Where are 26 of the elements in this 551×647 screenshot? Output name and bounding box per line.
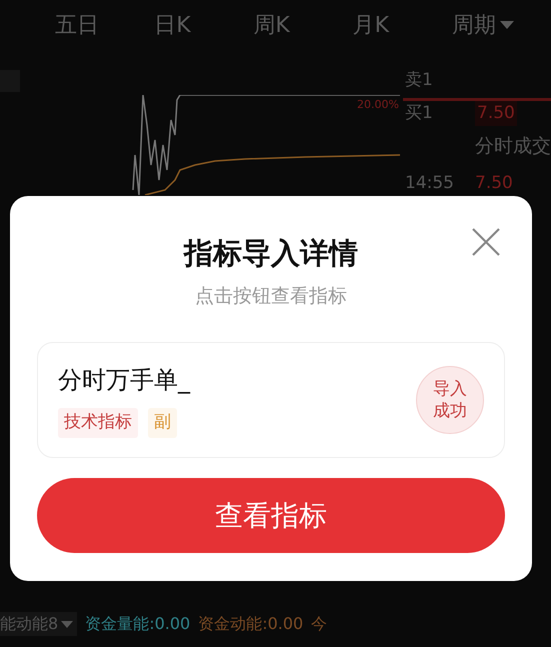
caret-icon bbox=[61, 620, 74, 628]
order-price: 7.50 bbox=[475, 100, 517, 126]
indicator-name: 分时万手单_ bbox=[58, 365, 192, 396]
indicator-reading: 资金动能:0.00 bbox=[198, 613, 304, 635]
period-tab[interactable]: 周K bbox=[253, 8, 353, 42]
indicator-reading: 资金量能:0.00 bbox=[85, 613, 190, 635]
period-tab[interactable]: 日K bbox=[154, 8, 254, 42]
caret-icon bbox=[500, 21, 514, 29]
percent-label: 20.00% bbox=[357, 97, 399, 113]
dialog-title: 指标导入详情 bbox=[184, 235, 358, 272]
indicator-tag: 技术指标 bbox=[58, 408, 138, 438]
order-label: 卖1 bbox=[405, 69, 434, 92]
indicator-selector[interactable]: 能动能8 bbox=[0, 612, 78, 636]
close-icon[interactable] bbox=[472, 228, 500, 256]
indicator-reading: 今 bbox=[311, 613, 328, 635]
period-tab[interactable]: 周期 bbox=[452, 8, 551, 42]
indicator-tag: 副 bbox=[148, 408, 177, 438]
view-indicator-button[interactable]: 查看指标 bbox=[37, 478, 505, 553]
trade-price: 7.50 bbox=[475, 172, 513, 194]
trades-title: 分时成交 bbox=[475, 134, 551, 159]
order-label: 买1 bbox=[405, 102, 434, 124]
trade-time: 14:55 bbox=[405, 172, 455, 194]
period-tab[interactable]: 月K bbox=[352, 8, 452, 42]
period-tab[interactable]: 五日 bbox=[55, 8, 154, 42]
dialog-subtitle: 点击按钮查看指标 bbox=[195, 284, 347, 308]
status-badge: 导入 成功 bbox=[416, 366, 484, 434]
